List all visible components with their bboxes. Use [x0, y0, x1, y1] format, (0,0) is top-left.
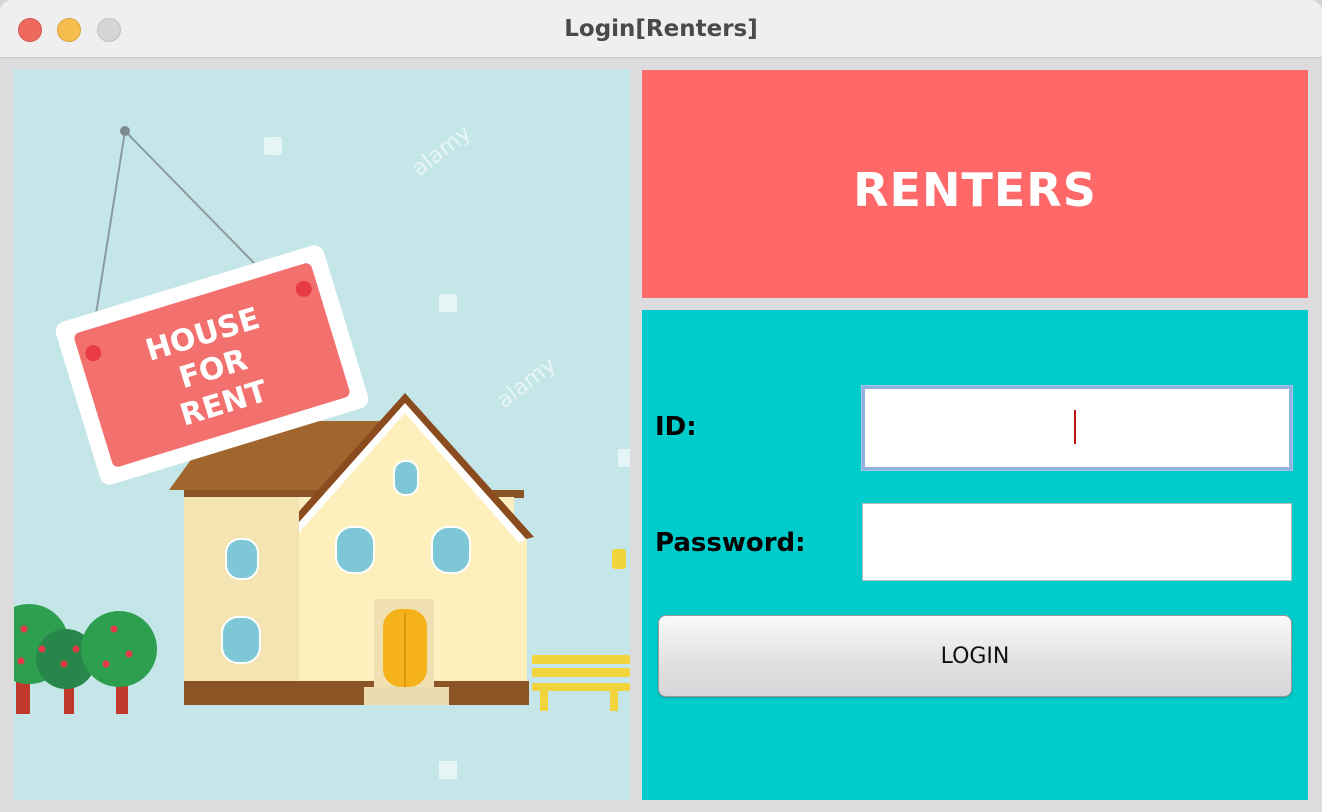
trees	[14, 604, 157, 714]
street-lamp	[612, 549, 626, 569]
watermark-label: alamy	[492, 352, 561, 413]
login-button[interactable]: LOGIN	[658, 615, 1292, 697]
id-label: ID:	[655, 412, 697, 442]
login-window: Login[Renters] alamy alamy alamy alamy	[0, 0, 1322, 812]
password-input[interactable]	[862, 503, 1292, 581]
login-form: ID: Password: LOGIN	[642, 310, 1308, 800]
renters-header: RENTERS	[642, 70, 1308, 298]
bench	[532, 655, 630, 711]
house-for-rent-image: alamy alamy alamy alamy	[14, 120, 630, 779]
password-label: Password:	[655, 528, 806, 558]
header-title: RENTERS	[853, 163, 1097, 217]
window-title: Login[Renters]	[564, 16, 758, 42]
text-caret	[1074, 410, 1076, 444]
title-bar[interactable]: Login[Renters]	[0, 0, 1322, 58]
house-illustration: alamy alamy alamy alamy	[14, 69, 630, 800]
id-input[interactable]	[862, 386, 1292, 470]
watermark-label: alamy	[407, 120, 476, 181]
sign-hook	[120, 126, 130, 136]
